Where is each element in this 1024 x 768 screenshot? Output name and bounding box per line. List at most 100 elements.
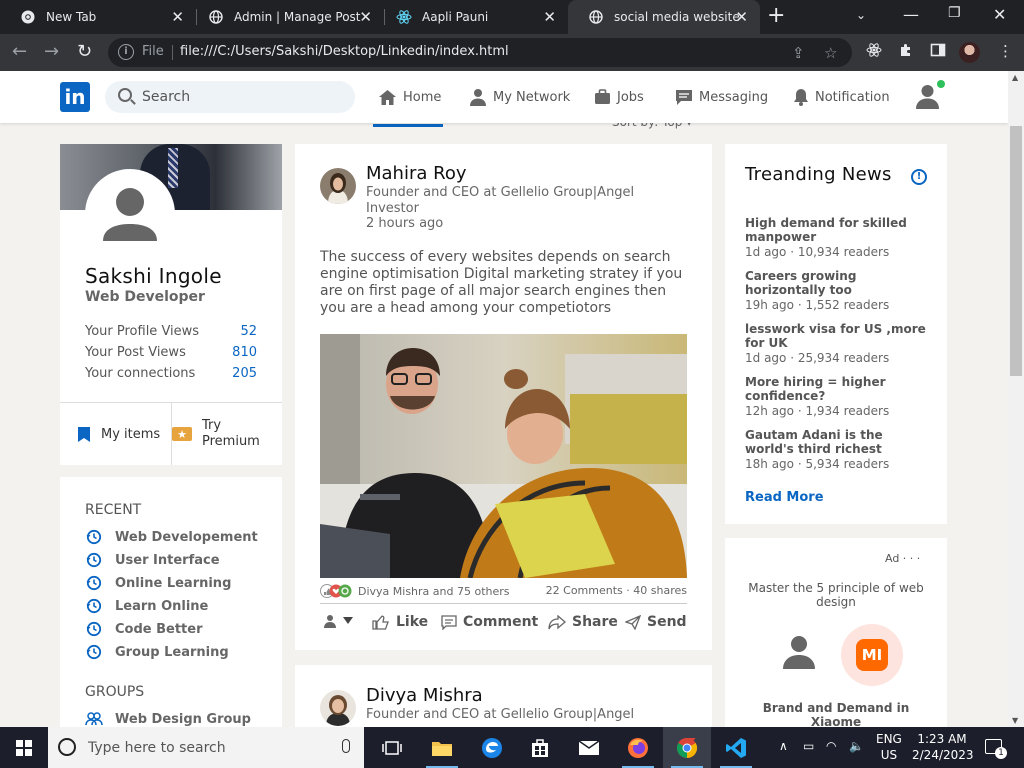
group-item[interactable]: Web Design Group [85, 710, 251, 727]
xiaomi-logo[interactable]: MI [841, 624, 903, 686]
search-box[interactable] [105, 81, 355, 113]
scroll-up-arrow-icon[interactable]: ▲ [1012, 73, 1018, 82]
close-window-icon[interactable]: ✕ [993, 5, 1006, 24]
reload-icon[interactable]: ↻ [77, 41, 92, 62]
try-premium-link[interactable]: ★ Try Premium [172, 418, 262, 450]
news-item[interactable]: High demand for skilled manpower 1d ago … [745, 216, 935, 259]
reaction-summary[interactable]: Divya Mishra and 75 others [320, 584, 510, 598]
tab-search-icon[interactable]: ⌄ [856, 8, 866, 22]
recent-item-label: Online Learning [115, 575, 232, 591]
comment-button[interactable]: Comment [441, 614, 538, 630]
profile-name[interactable]: Sakshi Ingole [85, 264, 222, 288]
recent-item[interactable]: Code Better [85, 620, 203, 638]
side-panel-icon[interactable] [930, 42, 946, 62]
system-clock[interactable]: 1:23 AM 2/24/2023 [912, 731, 974, 763]
news-item[interactable]: Careers growing horizontally too 19h ago… [745, 269, 935, 312]
vscode-icon[interactable] [712, 727, 760, 768]
post-author-name[interactable]: Mahira Roy [366, 163, 467, 184]
post-reactions-row: Divya Mishra and 75 others 22 Comments ·… [320, 581, 687, 603]
recent-item[interactable]: User Interface [85, 551, 220, 569]
post-as-selector[interactable] [323, 614, 359, 628]
windows-start-icon[interactable] [16, 740, 32, 756]
react-devtools-icon[interactable] [866, 42, 882, 62]
post-author-avatar[interactable] [320, 168, 356, 204]
scrollbar-thumb[interactable] [1010, 126, 1022, 376]
stat-profile-views[interactable]: Your Profile Views 52 [85, 324, 257, 339]
close-tab-icon[interactable]: ✕ [171, 9, 184, 25]
profile-avatar[interactable] [85, 169, 175, 259]
task-view-icon[interactable] [368, 727, 416, 768]
tab-admin-manage-post[interactable]: Admin | Manage Post ✕ [188, 0, 384, 34]
tab-aapli-pauni[interactable]: Aapli Pauni ✕ [376, 0, 568, 34]
tray-chevron-icon[interactable]: ∧ [779, 739, 788, 753]
stat-value: 810 [232, 345, 257, 360]
share-icon[interactable]: ⇪ [792, 44, 805, 62]
send-button[interactable]: Send [625, 614, 687, 630]
wifi-icon[interactable]: ◠ [826, 739, 836, 753]
back-arrow-icon[interactable]: ← [12, 41, 27, 62]
site-info-icon[interactable]: i [118, 44, 134, 60]
comments-count[interactable]: 22 Comments [546, 584, 623, 597]
new-tab-button[interactable]: + [767, 5, 785, 27]
kebab-menu-icon[interactable]: ⋮ [998, 42, 1013, 60]
nav-jobs[interactable]: Jobs [594, 85, 644, 109]
extensions-puzzle-icon[interactable] [898, 42, 914, 62]
group-item-label: Web Design Group [115, 711, 251, 727]
user-profile-icon[interactable] [915, 84, 940, 113]
tab-social-media-website[interactable]: social media website ✕ [568, 0, 760, 34]
nav-my-network[interactable]: My Network [469, 85, 570, 109]
edge-icon[interactable] [468, 727, 516, 768]
globe-icon [208, 9, 224, 25]
news-item[interactable]: More hiring = higher confidence? 12h ago… [745, 375, 935, 418]
stat-post-views[interactable]: Your Post Views 810 [85, 345, 257, 360]
post-author-name[interactable]: Divya Mishra [366, 685, 483, 706]
minimize-icon[interactable]: — [903, 5, 919, 24]
news-item[interactable]: lesswork visa for US ,more for UK 1d ago… [745, 322, 935, 365]
store-icon[interactable] [516, 727, 564, 768]
nav-home[interactable]: Home [378, 85, 441, 109]
group-icon [85, 710, 103, 727]
read-more-link[interactable]: Read More [745, 490, 824, 505]
chrome-taskbar-icon[interactable] [663, 727, 711, 768]
close-tab-icon[interactable]: ✕ [735, 9, 748, 25]
profile-avatar-icon[interactable] [959, 42, 980, 63]
tab-new-tab[interactable]: New Tab ✕ [0, 0, 196, 34]
recent-item[interactable]: Group Learning [85, 643, 229, 661]
info-icon[interactable]: ! [911, 169, 927, 185]
firefox-icon[interactable] [614, 727, 662, 768]
recent-item[interactable]: Learn Online [85, 597, 208, 615]
close-tab-icon[interactable]: ✕ [543, 9, 556, 25]
url-text[interactable]: file:///C:/Users/Sakshi/Desktop/Linkedin… [180, 44, 509, 59]
bookmark-star-icon[interactable]: ☆ [824, 44, 837, 62]
page-scrollbar[interactable]: ▲ ▼ [1008, 71, 1024, 727]
recent-item[interactable]: Web Developement [85, 528, 258, 546]
restore-icon[interactable]: ❐ [948, 5, 961, 21]
shares-count[interactable]: 40 shares [633, 584, 687, 597]
scroll-down-arrow-icon[interactable]: ▼ [1012, 716, 1018, 725]
post-author-avatar[interactable] [320, 690, 356, 726]
taskbar-search-input[interactable] [88, 738, 338, 758]
address-bar[interactable]: i File file:///C:/Users/Sakshi/Desktop/L… [108, 38, 852, 67]
battery-charging-icon[interactable]: ▭ [803, 739, 814, 753]
input-language[interactable]: ENG US [876, 731, 902, 763]
nav-messaging[interactable]: Messaging [675, 85, 768, 109]
microphone-icon[interactable] [342, 739, 350, 753]
file-explorer-icon[interactable] [418, 727, 466, 768]
recent-item[interactable]: Online Learning [85, 574, 231, 592]
linkedin-logo[interactable]: in [60, 82, 90, 112]
volume-icon[interactable]: 🔈 [849, 739, 864, 753]
ad-label[interactable]: Ad · · · [885, 552, 920, 565]
taskbar-search[interactable] [48, 727, 364, 768]
mail-icon[interactable] [565, 727, 613, 768]
news-item[interactable]: Gautam Adani is the world's third riches… [745, 428, 935, 471]
stat-connections[interactable]: Your connections 205 [85, 366, 257, 381]
forward-arrow-icon[interactable]: → [44, 41, 59, 62]
close-tab-icon[interactable]: ✕ [359, 9, 372, 25]
nav-notification[interactable]: Notification [793, 85, 890, 109]
my-items-link[interactable]: My items [77, 426, 160, 443]
action-center-icon[interactable]: 1 [985, 739, 1007, 759]
share-button[interactable]: Share [548, 614, 618, 630]
like-button[interactable]: Like [372, 614, 428, 630]
post-image[interactable] [320, 334, 687, 578]
search-input[interactable] [142, 87, 342, 107]
